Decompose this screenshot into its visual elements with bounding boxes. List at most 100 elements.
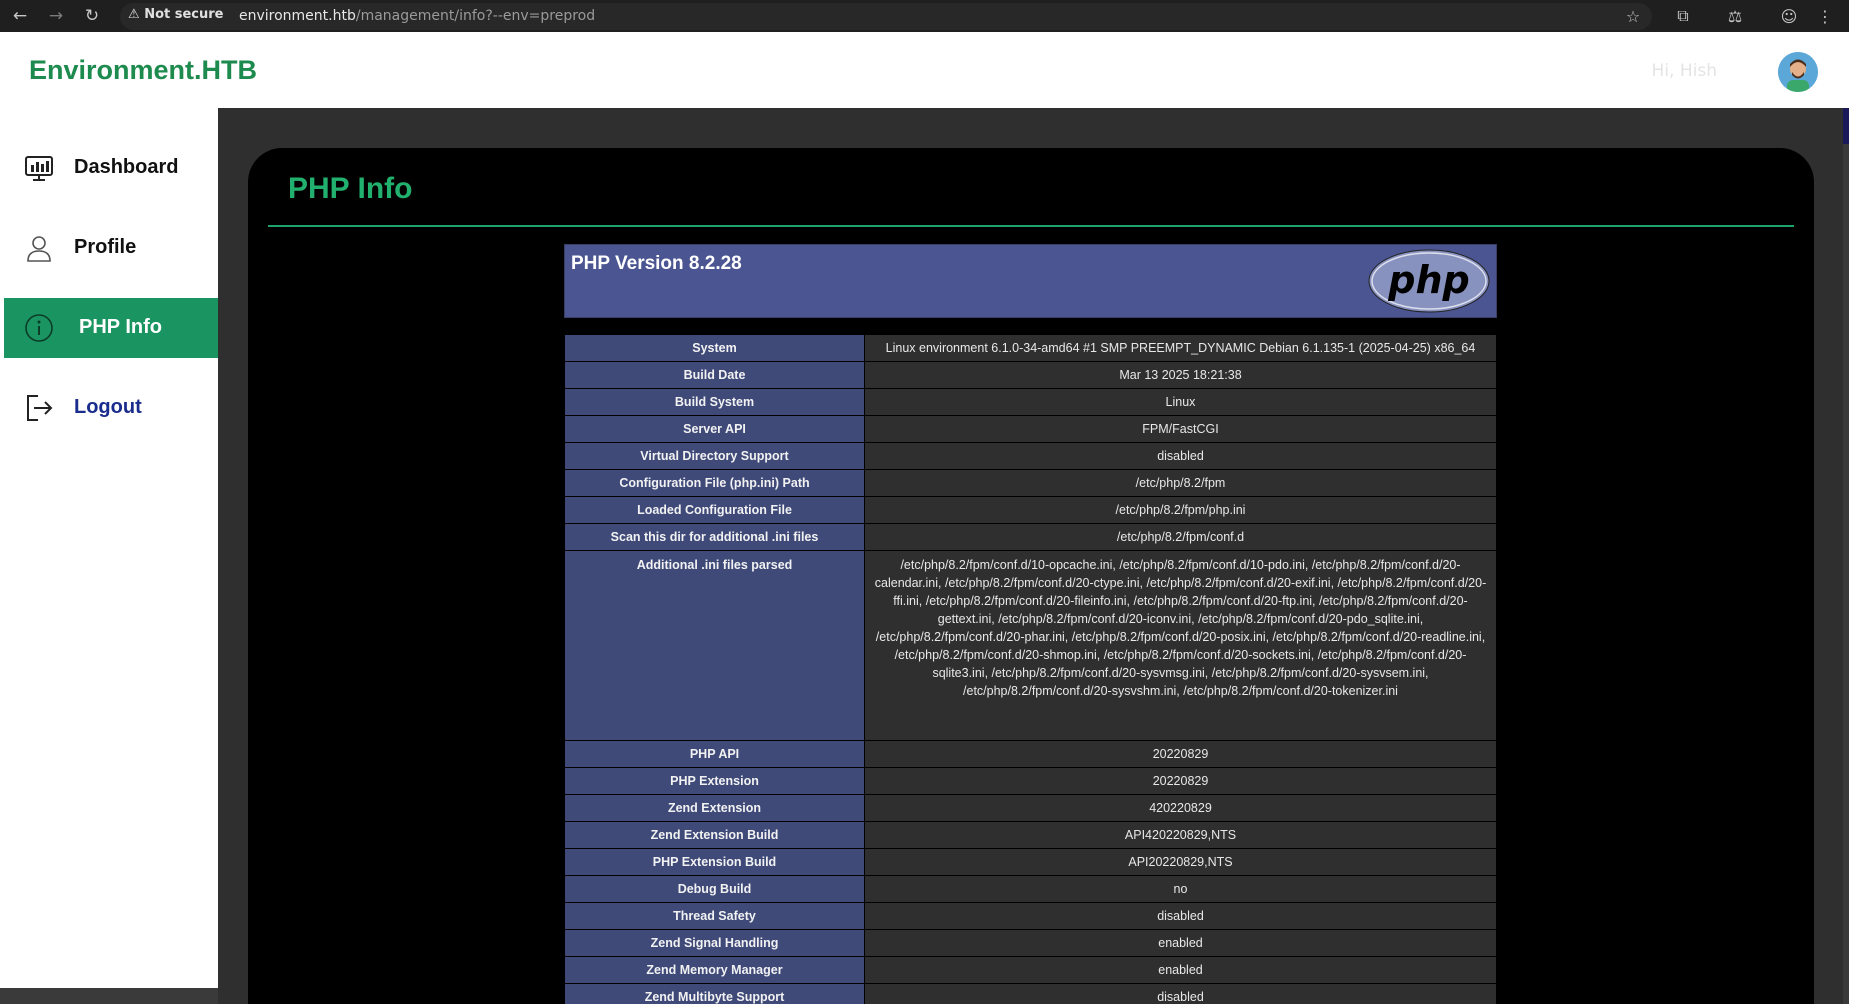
row-value: 20220829: [864, 767, 1497, 795]
row-value: Mar 13 2025 18:21:38: [864, 361, 1497, 389]
sidebar: Dashboard Profile PHP Info Logout: [0, 108, 218, 988]
browser-toolbar: ← → ↻ ⚠ Not secure environment.htb/manag…: [0, 0, 1849, 32]
scrollbar-thumb[interactable]: [1843, 108, 1849, 144]
url-text: environment.htb/management/info?--env=pr…: [239, 8, 595, 24]
info-icon: [25, 314, 53, 342]
table-row: Zend Extension Build API420220829,NTS: [564, 821, 1497, 849]
sidebar-item-label: Profile: [74, 236, 137, 258]
table-row: Build Date Mar 13 2025 18:21:38: [564, 361, 1497, 389]
title-divider: [268, 225, 1794, 227]
row-value: disabled: [864, 983, 1497, 1004]
table-row: Configuration File (php.ini) Path/etc/ph…: [564, 469, 1497, 497]
table-row: Debug Build no: [564, 875, 1497, 903]
user-greeting: Hi, Hish: [1651, 61, 1717, 81]
row-value: /etc/php/8.2/fpm: [864, 469, 1497, 497]
row-key: Scan this dir for additional .ini files: [564, 523, 865, 551]
avatar[interactable]: [1778, 52, 1818, 92]
sidebar-item-php-info[interactable]: PHP Info: [4, 298, 218, 358]
row-value: API420220829,NTS: [864, 821, 1497, 849]
row-value: enabled: [864, 956, 1497, 984]
row-key: Zend Extension: [564, 794, 865, 822]
row-value: Linux: [864, 388, 1497, 416]
table-row: Server API FPM/FastCGI: [564, 415, 1497, 443]
table-row: Scan this dir for additional .ini files /…: [564, 523, 1497, 551]
table-row: PHP Extension Build API20220829,NTS: [564, 848, 1497, 876]
sidebar-footer-strip: [0, 988, 218, 1004]
row-key: PHP API: [564, 740, 865, 768]
php-logo-icon: php: [1368, 249, 1490, 313]
sidebar-item-label: Dashboard: [74, 156, 179, 178]
table-row: Loaded Configuration File/etc/php/8.2/fp…: [564, 496, 1497, 524]
row-value: disabled: [864, 442, 1497, 470]
row-value: /etc/php/8.2/fpm/conf.d/10-opcache.ini, …: [864, 550, 1497, 741]
table-row: Thread Safety disabled: [564, 902, 1497, 930]
extensions-icon[interactable]: ⧉: [1670, 0, 1696, 32]
php-version-banner: PHP Version 8.2.28 php: [564, 244, 1497, 318]
sidebar-item-dashboard[interactable]: Dashboard: [4, 138, 218, 198]
page-title: PHP Info: [288, 172, 413, 205]
sidebar-item-label: PHP Info: [79, 316, 162, 338]
row-key: Zend Memory Manager: [564, 956, 865, 984]
not-secure-badge[interactable]: ⚠ Not secure: [128, 7, 223, 22]
dashboard-icon: [25, 156, 53, 181]
table-row: PHP API 20220829: [564, 740, 1497, 768]
row-value: disabled: [864, 902, 1497, 930]
row-key: Build Date: [564, 361, 865, 389]
forward-icon[interactable]: →: [43, 0, 69, 32]
back-icon[interactable]: ←: [7, 0, 33, 32]
avatar-icon: [1778, 52, 1818, 92]
row-key: Virtual Directory Support: [564, 442, 865, 470]
brand-title[interactable]: Environment.HTB: [29, 55, 257, 86]
profile-icon[interactable]: ☺: [1776, 0, 1802, 32]
app-header: Environment.HTB Hi, Hish: [0, 32, 1849, 108]
row-key: Zend Signal Handling: [564, 929, 865, 957]
table-row: Additional .ini files parsed/etc/php/8.2…: [564, 550, 1497, 741]
row-value: enabled: [864, 929, 1497, 957]
row-key: Configuration File (php.ini) Path: [564, 469, 865, 497]
table-row: PHP Extension 20220829: [564, 767, 1497, 795]
row-key: Server API: [564, 415, 865, 443]
row-key: PHP Extension: [564, 767, 865, 795]
php-version: PHP Version 8.2.28: [571, 253, 742, 274]
row-value: FPM/FastCGI: [864, 415, 1497, 443]
address-bar[interactable]: ⚠ Not secure environment.htb/management/…: [120, 3, 1652, 30]
table-row: System Linux environment 6.1.0-34-amd64 #…: [564, 334, 1497, 362]
php-logo-text: php: [1387, 258, 1469, 302]
sidebar-item-logout[interactable]: Logout: [4, 378, 218, 438]
row-key: Zend Multibyte Support: [564, 983, 865, 1004]
row-key: Build System: [564, 388, 865, 416]
labs-flask-icon[interactable]: ⚖: [1722, 0, 1748, 32]
sidebar-item-label: Logout: [74, 396, 142, 418]
url-host: environment.htb: [239, 8, 356, 24]
row-key: System: [564, 334, 865, 362]
row-value: no: [864, 875, 1497, 903]
menu-kebab-icon[interactable]: ⋮: [1812, 0, 1838, 32]
table-row: Zend Extension 420220829: [564, 794, 1497, 822]
user-icon: [27, 236, 51, 262]
scrollbar-track[interactable]: [1843, 144, 1849, 1004]
table-row: Zend Memory Manager enabled: [564, 956, 1497, 984]
row-value: 420220829: [864, 794, 1497, 822]
row-value: /etc/php/8.2/fpm/conf.d: [864, 523, 1497, 551]
table-row: Zend Multibyte Support disabled: [564, 983, 1497, 1004]
table-row: Virtual Directory Support disabled: [564, 442, 1497, 470]
php-info-table: System Linux environment 6.1.0-34-amd64 #…: [564, 334, 1497, 1004]
row-key: Zend Extension Build: [564, 821, 865, 849]
row-key: Debug Build: [564, 875, 865, 903]
logout-icon: [27, 395, 53, 421]
not-secure-label: Not secure: [144, 7, 224, 22]
row-value: API20220829,NTS: [864, 848, 1497, 876]
row-key: PHP Extension Build: [564, 848, 865, 876]
row-value: /etc/php/8.2/fpm/php.ini: [864, 496, 1497, 524]
table-row: Zend Signal Handling enabled: [564, 929, 1497, 957]
sidebar-item-profile[interactable]: Profile: [4, 218, 218, 278]
reload-icon[interactable]: ↻: [79, 0, 105, 32]
row-value: Linux environment 6.1.0-34-amd64 #1 SMP …: [864, 334, 1497, 362]
row-key: Additional .ini files parsed: [564, 550, 865, 741]
row-key: Loaded Configuration File: [564, 496, 865, 524]
row-value: 20220829: [864, 740, 1497, 768]
bookmark-star-icon[interactable]: ☆: [1620, 0, 1646, 32]
table-row: Build System Linux: [564, 388, 1497, 416]
row-key: Thread Safety: [564, 902, 865, 930]
url-path: /management/info?--env=preprod: [355, 8, 596, 24]
